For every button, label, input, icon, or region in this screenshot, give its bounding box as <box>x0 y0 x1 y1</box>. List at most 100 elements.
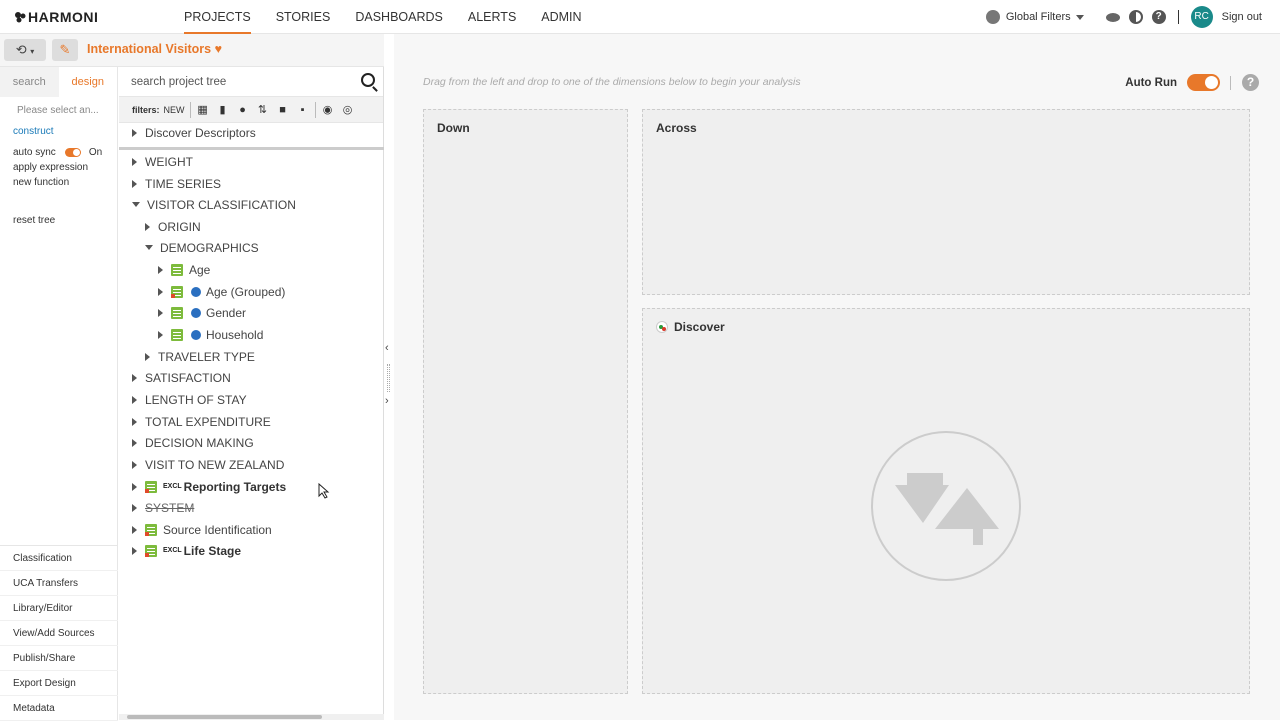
select-prompt[interactable]: Please select an... <box>0 97 117 125</box>
splitter-grip[interactable] <box>387 364 390 392</box>
expand-icon[interactable] <box>145 222 150 231</box>
sort-filter-icon[interactable]: ⇅ <box>253 101 273 119</box>
tree-search-input[interactable] <box>131 73 351 91</box>
link-uca-transfers[interactable]: UCA Transfers <box>0 571 118 596</box>
tree-item-household[interactable]: Household <box>158 325 263 345</box>
tree-item-reporting-targets[interactable]: EXCL Reporting Targets <box>132 477 286 497</box>
link-library-editor[interactable]: Library/Editor <box>0 596 118 621</box>
folder-filter-icon[interactable]: ■ <box>273 101 293 119</box>
contrast-icon[interactable] <box>1128 10 1143 24</box>
tree-item-time-series[interactable]: TIME SERIES <box>132 174 221 194</box>
nav-dashboards[interactable]: DASHBOARDS <box>355 0 443 34</box>
tree-item-visitor-classification[interactable]: VISITOR CLASSIFICATION <box>132 195 296 215</box>
auto-run-toggle[interactable] <box>1187 74 1220 91</box>
sign-out-link[interactable]: Sign out <box>1222 11 1262 23</box>
info-icon[interactable] <box>191 329 201 340</box>
across-dropzone[interactable]: Across <box>642 109 1250 295</box>
expand-icon[interactable] <box>132 482 137 491</box>
expand-icon[interactable] <box>132 417 137 426</box>
expand-icon[interactable] <box>132 373 137 382</box>
tree-search-row <box>119 67 383 97</box>
tree-item-traveler-type[interactable]: TRAVELER TYPE <box>145 347 255 367</box>
edit-button[interactable]: ✎ <box>52 39 78 61</box>
expand-icon[interactable] <box>132 128 137 137</box>
tree-item-age[interactable]: Age <box>158 260 210 280</box>
scrollbar-thumb[interactable] <box>127 715 322 719</box>
discover-dropzone[interactable]: Discover <box>642 308 1250 694</box>
expand-icon[interactable] <box>132 179 137 188</box>
expand-icon[interactable] <box>132 503 137 512</box>
harmoni-logo[interactable]: HARMONI <box>14 9 98 25</box>
construct-link[interactable]: construct <box>0 125 117 145</box>
tree-item-source-identification[interactable]: Source Identification <box>132 520 272 540</box>
link-export-design[interactable]: Export Design <box>0 671 118 696</box>
eye-icon[interactable] <box>1105 12 1120 22</box>
location-filter-icon[interactable]: ● <box>233 101 253 119</box>
collapse-left-icon[interactable]: ‹ <box>385 342 389 354</box>
tree-item-life-stage[interactable]: EXCL Life Stage <box>132 541 241 561</box>
expand-icon[interactable] <box>158 265 163 274</box>
info-icon[interactable] <box>191 307 201 318</box>
tree-item-weight[interactable]: WEIGHT <box>132 152 193 172</box>
tab-design[interactable]: design <box>58 67 117 97</box>
expand-icon[interactable] <box>132 460 137 469</box>
expand-right-icon[interactable]: › <box>385 395 389 407</box>
reset-tree-link[interactable]: reset tree <box>0 215 117 226</box>
filter-new[interactable]: NEW <box>164 105 185 115</box>
project-bar: ⟲ ▾ ✎ International Visitors ♥ <box>0 34 384 67</box>
nav-projects[interactable]: PROJECTS <box>184 0 251 34</box>
tree-item-decision-making[interactable]: DECISION MAKING <box>132 433 254 453</box>
project-title: International Visitors ♥ <box>87 42 222 56</box>
tree-item-gender[interactable]: Gender <box>158 303 246 323</box>
down-dropzone[interactable]: Down <box>423 109 628 694</box>
search-icon[interactable] <box>361 73 375 87</box>
tree-item-demographics[interactable]: DEMOGRAPHICS <box>145 238 259 258</box>
global-filters-dropdown[interactable]: Global Filters <box>1006 11 1084 23</box>
link-view-add-sources[interactable]: View/Add Sources <box>0 621 118 646</box>
tree-item-length-of-stay[interactable]: LENGTH OF STAY <box>132 390 247 410</box>
tree-item-total-expenditure[interactable]: TOTAL EXPENDITURE <box>132 412 271 432</box>
expand-icon[interactable] <box>132 438 137 447</box>
help-icon[interactable]: ? <box>1151 10 1166 24</box>
info-icon[interactable] <box>191 286 201 297</box>
column-filter-icon[interactable]: ▮ <box>213 101 233 119</box>
tree-item-system[interactable]: SYSTEM <box>132 498 194 518</box>
auto-run-label: Auto Run <box>1125 76 1177 89</box>
expand-icon[interactable] <box>132 525 137 534</box>
tree-item-satisfaction[interactable]: SATISFACTION <box>132 368 231 388</box>
nav-stories[interactable]: STORIES <box>276 0 331 34</box>
expand-icon[interactable] <box>158 287 163 296</box>
eye-hidden-icon[interactable]: ◎ <box>338 101 358 119</box>
auto-sync-toggle[interactable] <box>64 148 81 157</box>
new-function-link[interactable]: new function <box>0 175 117 190</box>
expand-icon[interactable] <box>158 330 163 339</box>
nav-admin[interactable]: ADMIN <box>541 0 581 34</box>
expand-icon[interactable] <box>158 308 163 317</box>
tree-item-visit-to-new-zealand[interactable]: VISIT TO NEW ZEALAND <box>132 455 284 475</box>
grid-filter-icon[interactable]: ▦ <box>193 101 213 119</box>
tree-item-age-grouped[interactable]: Age (Grouped) <box>158 282 285 302</box>
collapse-icon[interactable] <box>145 245 153 251</box>
horizontal-scrollbar[interactable] <box>119 714 384 720</box>
tree-item-discover-descriptors[interactable]: Discover Descriptors <box>132 123 256 143</box>
expand-icon[interactable] <box>132 395 137 404</box>
tree-item-origin[interactable]: ORIGIN <box>145 217 201 237</box>
expand-icon[interactable] <box>132 157 137 166</box>
across-label: Across <box>656 121 697 135</box>
link-metadata[interactable]: Metadata <box>0 696 118 721</box>
help-icon[interactable]: ? <box>1242 74 1259 91</box>
panel-splitter[interactable]: ‹ › <box>384 67 394 720</box>
heart-icon[interactable]: ♥ <box>215 42 222 56</box>
eye-icon[interactable]: ◉ <box>318 101 338 119</box>
nav-alerts[interactable]: ALERTS <box>468 0 516 34</box>
tab-search[interactable]: search <box>0 67 59 97</box>
export-filter-icon[interactable]: ▪ <box>293 101 313 119</box>
avatar[interactable]: RC <box>1190 6 1213 28</box>
history-button[interactable]: ⟲ ▾ <box>4 39 46 61</box>
expand-icon[interactable] <box>145 352 150 361</box>
apply-expression-link[interactable]: apply expression <box>0 160 117 175</box>
collapse-icon[interactable] <box>132 202 140 208</box>
expand-icon[interactable] <box>132 546 137 555</box>
link-publish-share[interactable]: Publish/Share <box>0 646 118 671</box>
link-classification[interactable]: Classification <box>0 546 118 571</box>
